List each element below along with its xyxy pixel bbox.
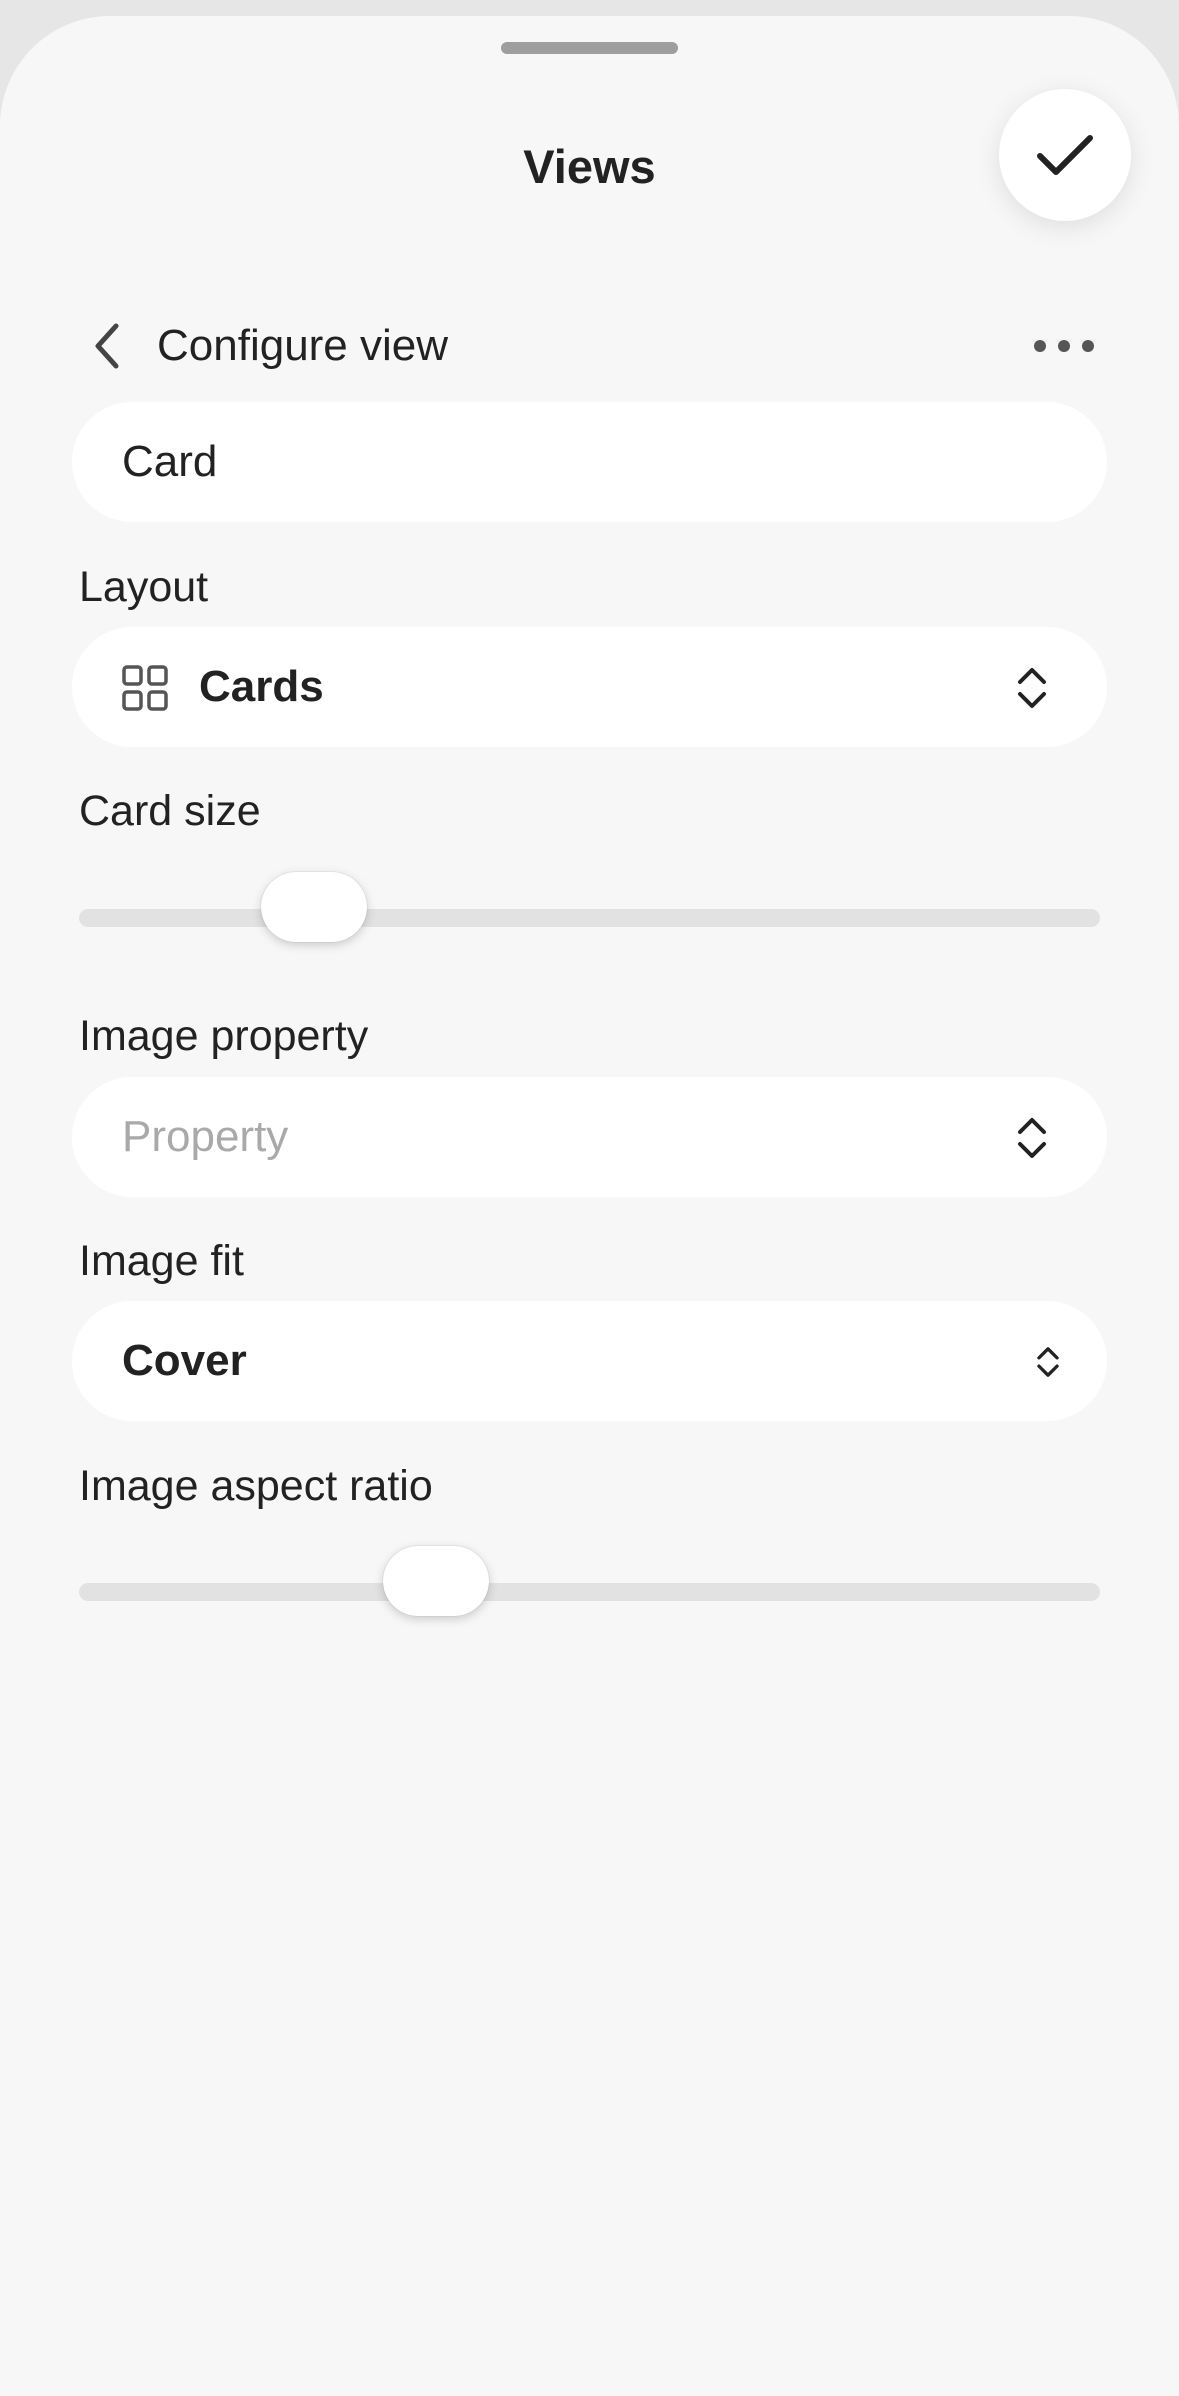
card-size-slider-thumb[interactable] <box>260 872 367 942</box>
image-fit-label: Image fit <box>79 1237 244 1285</box>
view-name-value: Card <box>122 437 218 486</box>
chevron-up-down-icon <box>1018 668 1046 708</box>
layout-select[interactable]: Cards <box>72 627 1107 747</box>
image-aspect-ratio-slider[interactable] <box>79 1546 1100 1616</box>
layout-label: Layout <box>79 563 209 611</box>
chevron-up-down-icon <box>1018 1118 1046 1158</box>
grid-icon <box>122 665 168 711</box>
image-fit-value: Cover <box>122 1336 247 1385</box>
image-aspect-ratio-slider-thumb[interactable] <box>383 1546 490 1616</box>
layout-value: Cards <box>199 662 324 711</box>
configure-view-title: Configure view <box>157 321 449 370</box>
configure-view-header: Configure view <box>0 306 1179 386</box>
view-name-input[interactable]: Card <box>72 402 1107 522</box>
chevron-up-down-icon <box>1037 1347 1059 1377</box>
card-size-label: Card size <box>79 787 261 835</box>
confirm-button[interactable] <box>999 89 1131 221</box>
image-property-label: Image property <box>79 1012 369 1060</box>
views-sheet: Views Configure view Card Layout Cards C… <box>0 16 1179 2396</box>
checkmark-icon <box>1037 135 1093 175</box>
sheet-grabber[interactable] <box>501 42 678 54</box>
image-fit-select[interactable]: Cover <box>72 1301 1107 1421</box>
image-property-placeholder: Property <box>122 1112 289 1161</box>
more-horizontal-icon[interactable] <box>1033 329 1095 363</box>
image-aspect-ratio-label: Image aspect ratio <box>79 1462 433 1510</box>
card-size-slider[interactable] <box>79 872 1100 942</box>
chevron-left-icon[interactable] <box>84 320 132 372</box>
image-property-select[interactable]: Property <box>72 1077 1107 1197</box>
